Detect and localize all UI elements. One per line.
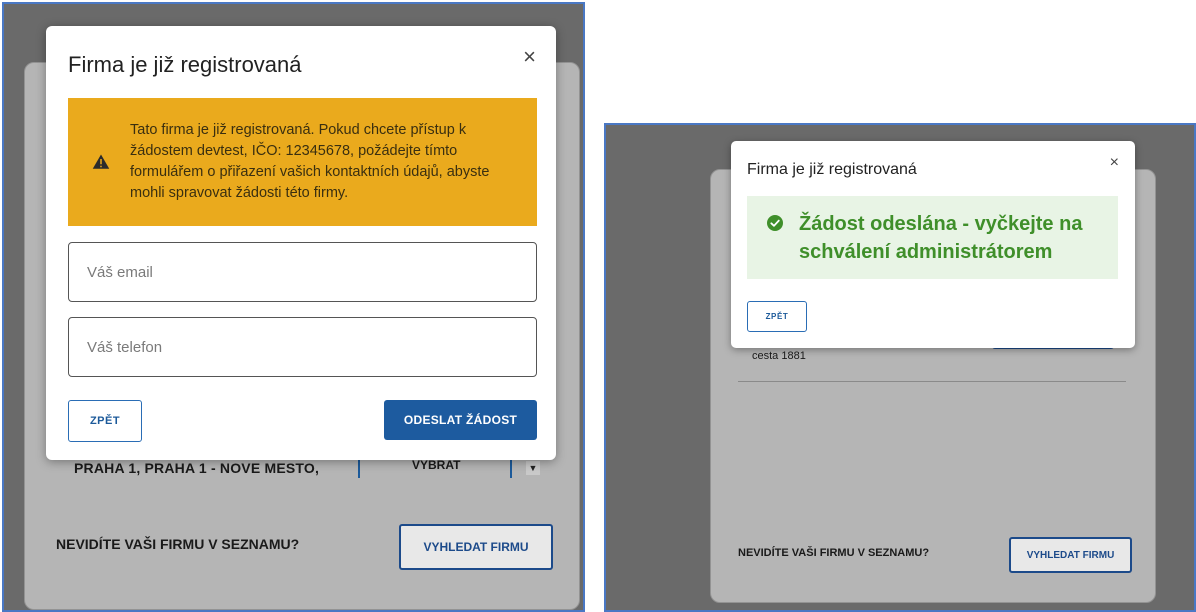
- back-button[interactable]: ZPĚT: [68, 400, 142, 442]
- divider: [738, 381, 1126, 382]
- phone-field[interactable]: [68, 317, 537, 377]
- missing-company-text: NEVIDÍTE VAŠI FIRMU V SEZNAMU?: [56, 536, 300, 552]
- warning-triangle-icon: [92, 154, 110, 169]
- back-button[interactable]: ZPĚT: [747, 301, 807, 332]
- request-sent-dialog: Firma je již registrovaná × Žádost odesl…: [731, 141, 1135, 348]
- search-company-button[interactable]: VYHLEDAT FIRMU: [1009, 537, 1132, 573]
- send-request-button[interactable]: ODESLAT ŽÁDOST: [384, 400, 537, 440]
- search-company-button[interactable]: VYHLEDAT FIRMU: [399, 524, 553, 570]
- check-circle-icon: [767, 215, 783, 231]
- close-icon[interactable]: ×: [1110, 155, 1119, 171]
- warning-text: Tato firma je již registrovaná. Pokud ch…: [130, 122, 490, 201]
- email-field[interactable]: [68, 242, 537, 302]
- screen-left: PRAHA 1, PRAHA 1 - NOVE MESTO, VYBRAT ▼ …: [2, 2, 585, 612]
- close-icon[interactable]: ×: [523, 46, 536, 68]
- company-street: cesta 1881: [752, 350, 806, 362]
- company-registered-dialog: Firma je již registrovaná × Tato firma j…: [46, 26, 556, 460]
- company-address: PRAHA 1, PRAHA 1 - NOVE MESTO,: [74, 460, 320, 476]
- chevron-down-icon[interactable]: ▼: [526, 461, 540, 475]
- warning-alert: Tato firma je již registrovaná. Pokud ch…: [68, 98, 537, 226]
- success-alert: Žádost odeslána - vyčkejte na schválení …: [747, 196, 1118, 279]
- missing-company-text: NEVIDÍTE VAŠI FIRMU V SEZNAMU?: [738, 547, 930, 559]
- dialog-title: Firma je již registrovaná: [68, 52, 302, 77]
- success-text: Žádost odeslána - vyčkejte na schválení …: [799, 213, 1083, 263]
- select-company-button[interactable]: VYBRAT: [412, 458, 460, 472]
- dialog-title: Firma je již registrovaná: [747, 161, 917, 178]
- screen-right: cesta 1881 NEVIDÍTE VAŠI FIRMU V SEZNAMU…: [604, 123, 1196, 612]
